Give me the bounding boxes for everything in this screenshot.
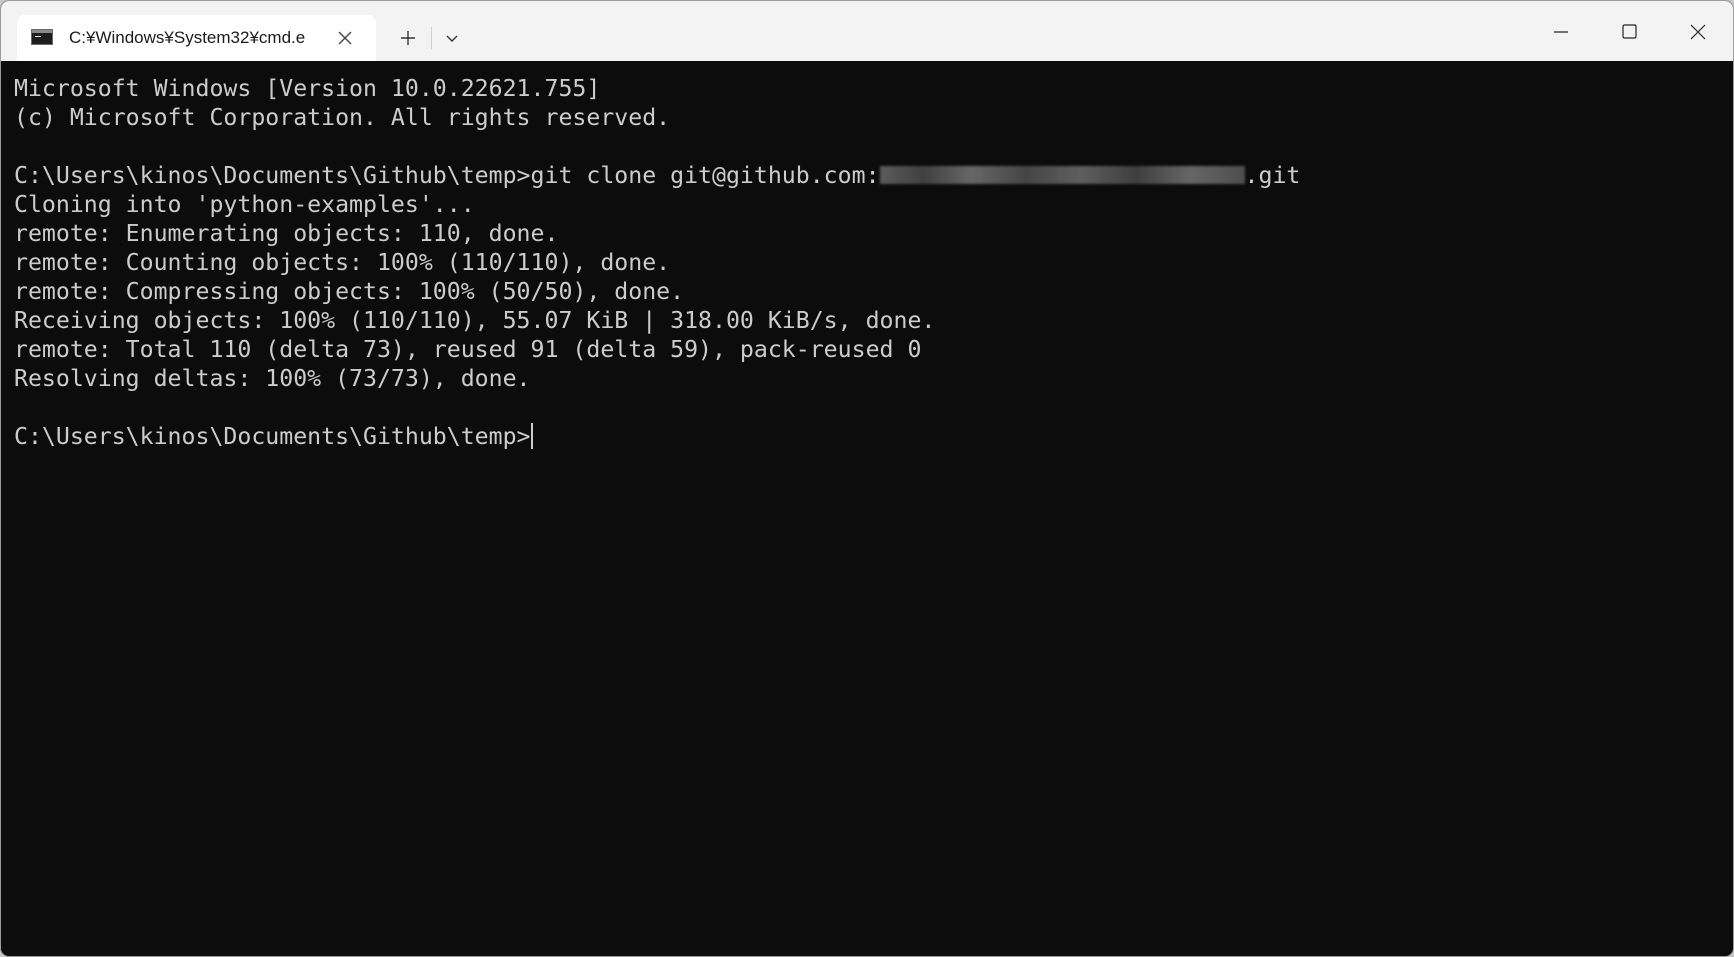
terminal-line: remote: Compressing objects: 100% (50/50…: [14, 278, 685, 305]
minimize-icon: [1554, 31, 1568, 33]
terminal-line: Microsoft Windows [Version 10.0.22621.75…: [14, 75, 601, 102]
terminal-line: (c) Microsoft Corporation. All rights re…: [14, 104, 671, 131]
clone-command-line: C:\Users\kinos\Documents\Github\temp>git…: [14, 161, 1300, 190]
terminal-output-area[interactable]: Microsoft Windows [Version 10.0.22621.75…: [1, 61, 1733, 956]
tab-title: C:¥Windows¥System32¥cmd.e: [69, 28, 306, 47]
maximize-icon: [1622, 24, 1637, 39]
title-bar: C:¥Windows¥System32¥cmd.e: [1, 1, 1733, 61]
maximize-button[interactable]: [1595, 1, 1663, 61]
command-prompt: C:\Users\kinos\Documents\Github\temp>: [14, 423, 531, 450]
terminal-line: remote: Total 110 (delta 73), reused 91 …: [14, 336, 922, 363]
prompt-line: C:\Users\kinos\Documents\Github\temp>: [14, 422, 1300, 451]
tab-cmd[interactable]: C:¥Windows¥System32¥cmd.e: [17, 15, 376, 61]
terminal-text: Microsoft Windows [Version 10.0.22621.75…: [14, 74, 1300, 451]
terminal-line: remote: Enumerating objects: 110, done.: [14, 220, 559, 247]
close-icon: [1690, 24, 1706, 40]
redacted-repo-path: [879, 165, 1245, 184]
cmd-terminal-icon: [31, 29, 53, 45]
minimize-button[interactable]: [1527, 1, 1595, 61]
new-tab-button[interactable]: [391, 23, 425, 53]
terminal-line: Receiving objects: 100% (110/110), 55.07…: [14, 307, 936, 334]
terminal-window: C:¥Windows¥System32¥cmd.e Microsoft Wind…: [1, 1, 1733, 956]
terminal-line: Cloning into 'python-examples'...: [14, 191, 475, 218]
tab-dropdown-button[interactable]: [435, 23, 469, 53]
toolbar-divider: [431, 27, 432, 49]
terminal-line: remote: Counting objects: 100% (110/110)…: [14, 249, 671, 276]
chevron-down-icon: [446, 35, 458, 42]
terminal-line: Resolving deltas: 100% (73/73), done.: [14, 365, 531, 392]
text-cursor: [530, 422, 533, 449]
clone-command-suffix: .git: [1244, 162, 1301, 189]
close-icon: [338, 31, 352, 45]
clone-command-prefix: C:\Users\kinos\Documents\Github\temp>git…: [14, 162, 880, 189]
plus-icon: [401, 31, 415, 45]
close-window-button[interactable]: [1664, 1, 1732, 61]
tab-close-button[interactable]: [332, 25, 358, 51]
